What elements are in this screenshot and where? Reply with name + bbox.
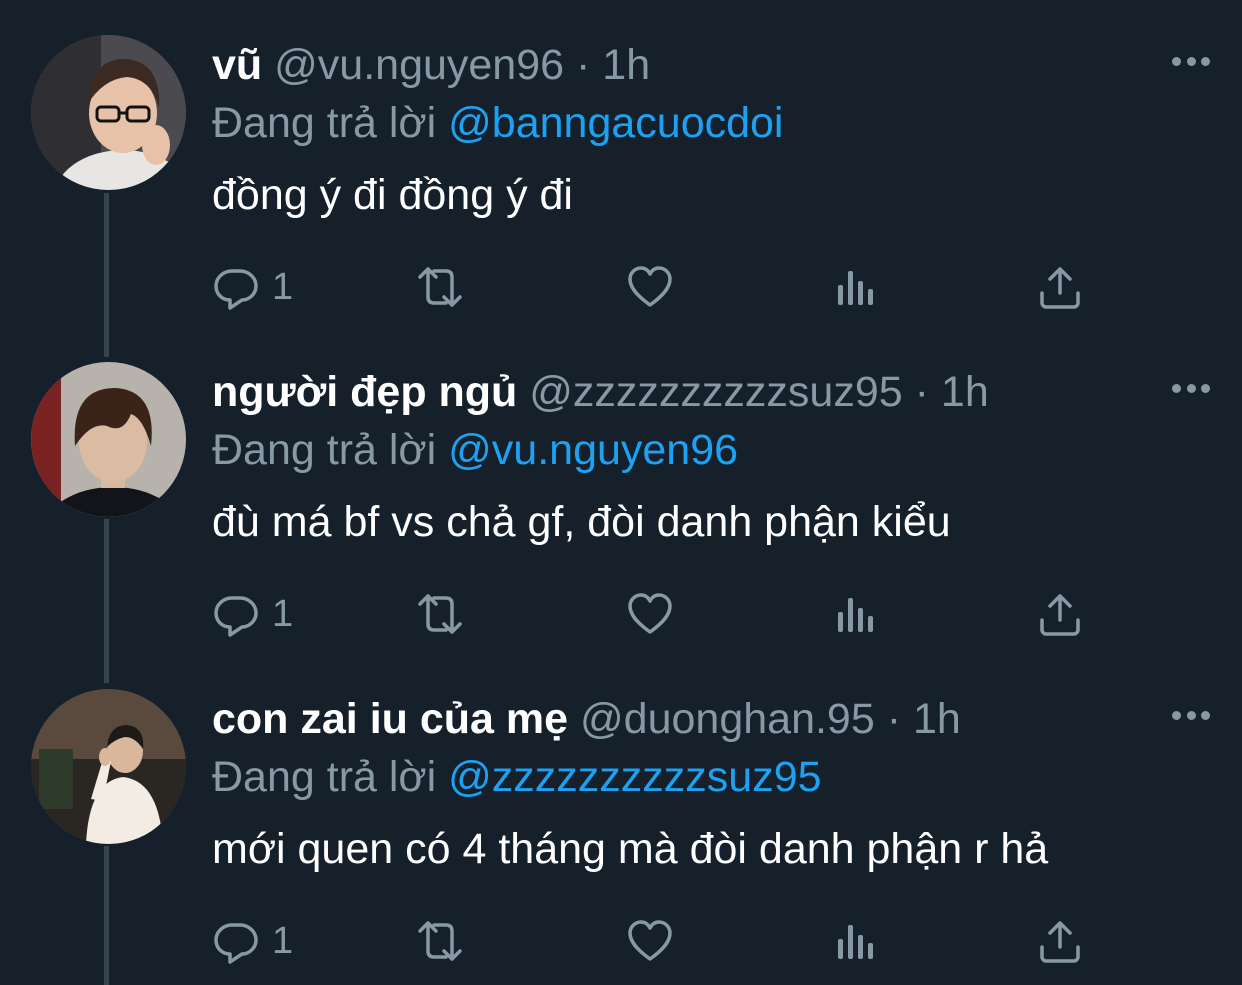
separator: · [914, 368, 929, 416]
tweet-text: mới quen có 4 tháng mà đòi danh phận r h… [212, 825, 1049, 873]
retweet-button[interactable] [416, 916, 464, 966]
share-icon [1040, 267, 1080, 309]
more-icon[interactable] [1172, 708, 1210, 722]
tweet[interactable]: vũ @vu.nguyen96 · 1h Đang trả lời @banng… [0, 0, 1242, 327]
like-button[interactable] [626, 262, 674, 312]
analytics-icon [838, 925, 873, 959]
tweet-header: con zai iu của mẹ @duonghan.95 · 1h [212, 694, 1122, 744]
mention-link[interactable]: @zzzzzzzzzzsuz95 [448, 753, 821, 801]
like-button[interactable] [626, 589, 674, 639]
retweet-button[interactable] [416, 589, 464, 639]
separator: · [886, 695, 902, 743]
reply-count: 1 [272, 919, 294, 962]
tweet[interactable]: người đẹp ngủ @zzzzzzzzzzsuz95 · 1h Đang… [0, 327, 1242, 654]
tweet-header: người đẹp ngủ @zzzzzzzzzzsuz95 · 1h [212, 367, 1122, 417]
replying-to: Đang trả lời @banngacuocdoi [212, 98, 784, 148]
reply-icon [214, 596, 258, 637]
replying-to: Đang trả lời @zzzzzzzzzzsuz95 [212, 752, 822, 802]
display-name[interactable]: con zai iu của mẹ [212, 695, 568, 743]
display-name[interactable]: vũ [212, 41, 262, 89]
analytics-icon [838, 598, 873, 632]
share-button[interactable] [1036, 589, 1084, 639]
replying-to: Đang trả lời @vu.nguyen96 [212, 425, 738, 475]
avatar[interactable] [31, 362, 186, 517]
timestamp[interactable]: 1h [602, 41, 650, 89]
action-bar: 1 [0, 916, 1242, 966]
mention-link[interactable]: @vu.nguyen96 [448, 426, 738, 474]
retweet-icon [418, 267, 462, 307]
share-icon [1040, 921, 1080, 963]
more-icon[interactable] [1172, 381, 1210, 395]
share-button[interactable] [1036, 262, 1084, 312]
share-button[interactable] [1036, 916, 1084, 966]
more-icon[interactable] [1172, 54, 1210, 68]
action-bar: 1 [0, 262, 1242, 312]
separator: · [576, 41, 591, 89]
reply-count: 1 [272, 592, 294, 635]
analytics-button[interactable] [832, 589, 880, 639]
replying-to-label: Đang trả lời [212, 426, 437, 474]
like-icon [628, 593, 672, 634]
retweet-icon [418, 921, 462, 961]
analytics-icon [838, 271, 873, 305]
like-button[interactable] [626, 916, 674, 966]
reply-icon [214, 269, 258, 310]
tweet-header: vũ @vu.nguyen96 · 1h [212, 40, 1122, 90]
mention-link[interactable]: @banngacuocdoi [448, 99, 783, 147]
action-bar: 1 [0, 589, 1242, 639]
reply-icon [214, 923, 258, 964]
tweet[interactable]: con zai iu của mẹ @duonghan.95 · 1h Đang… [0, 654, 1242, 981]
replying-to-label: Đang trả lời [212, 753, 437, 801]
avatar[interactable] [31, 689, 186, 844]
timestamp[interactable]: 1h [941, 368, 989, 416]
timestamp[interactable]: 1h [913, 695, 961, 743]
reply-button[interactable]: 1 [212, 262, 293, 312]
user-handle[interactable]: @zzzzzzzzzzsuz95 [529, 368, 902, 416]
tweet-text: đồng ý đi đồng ý đi [212, 171, 573, 219]
like-icon [628, 920, 672, 961]
reply-button[interactable]: 1 [212, 916, 293, 966]
retweet-button[interactable] [416, 262, 464, 312]
tweet-text: đù má bf vs chả gf, đòi danh phận kiểu [212, 498, 951, 546]
avatar[interactable] [31, 35, 186, 190]
reply-count: 1 [272, 265, 294, 308]
like-icon [628, 266, 672, 307]
user-handle[interactable]: @vu.nguyen96 [274, 41, 564, 89]
reply-button[interactable]: 1 [212, 589, 293, 639]
analytics-button[interactable] [832, 916, 880, 966]
replying-to-label: Đang trả lời [212, 99, 437, 147]
analytics-button[interactable] [832, 262, 880, 312]
user-handle[interactable]: @duonghan.95 [580, 695, 875, 743]
display-name[interactable]: người đẹp ngủ [212, 368, 517, 416]
retweet-icon [418, 594, 462, 634]
share-icon [1040, 594, 1080, 636]
